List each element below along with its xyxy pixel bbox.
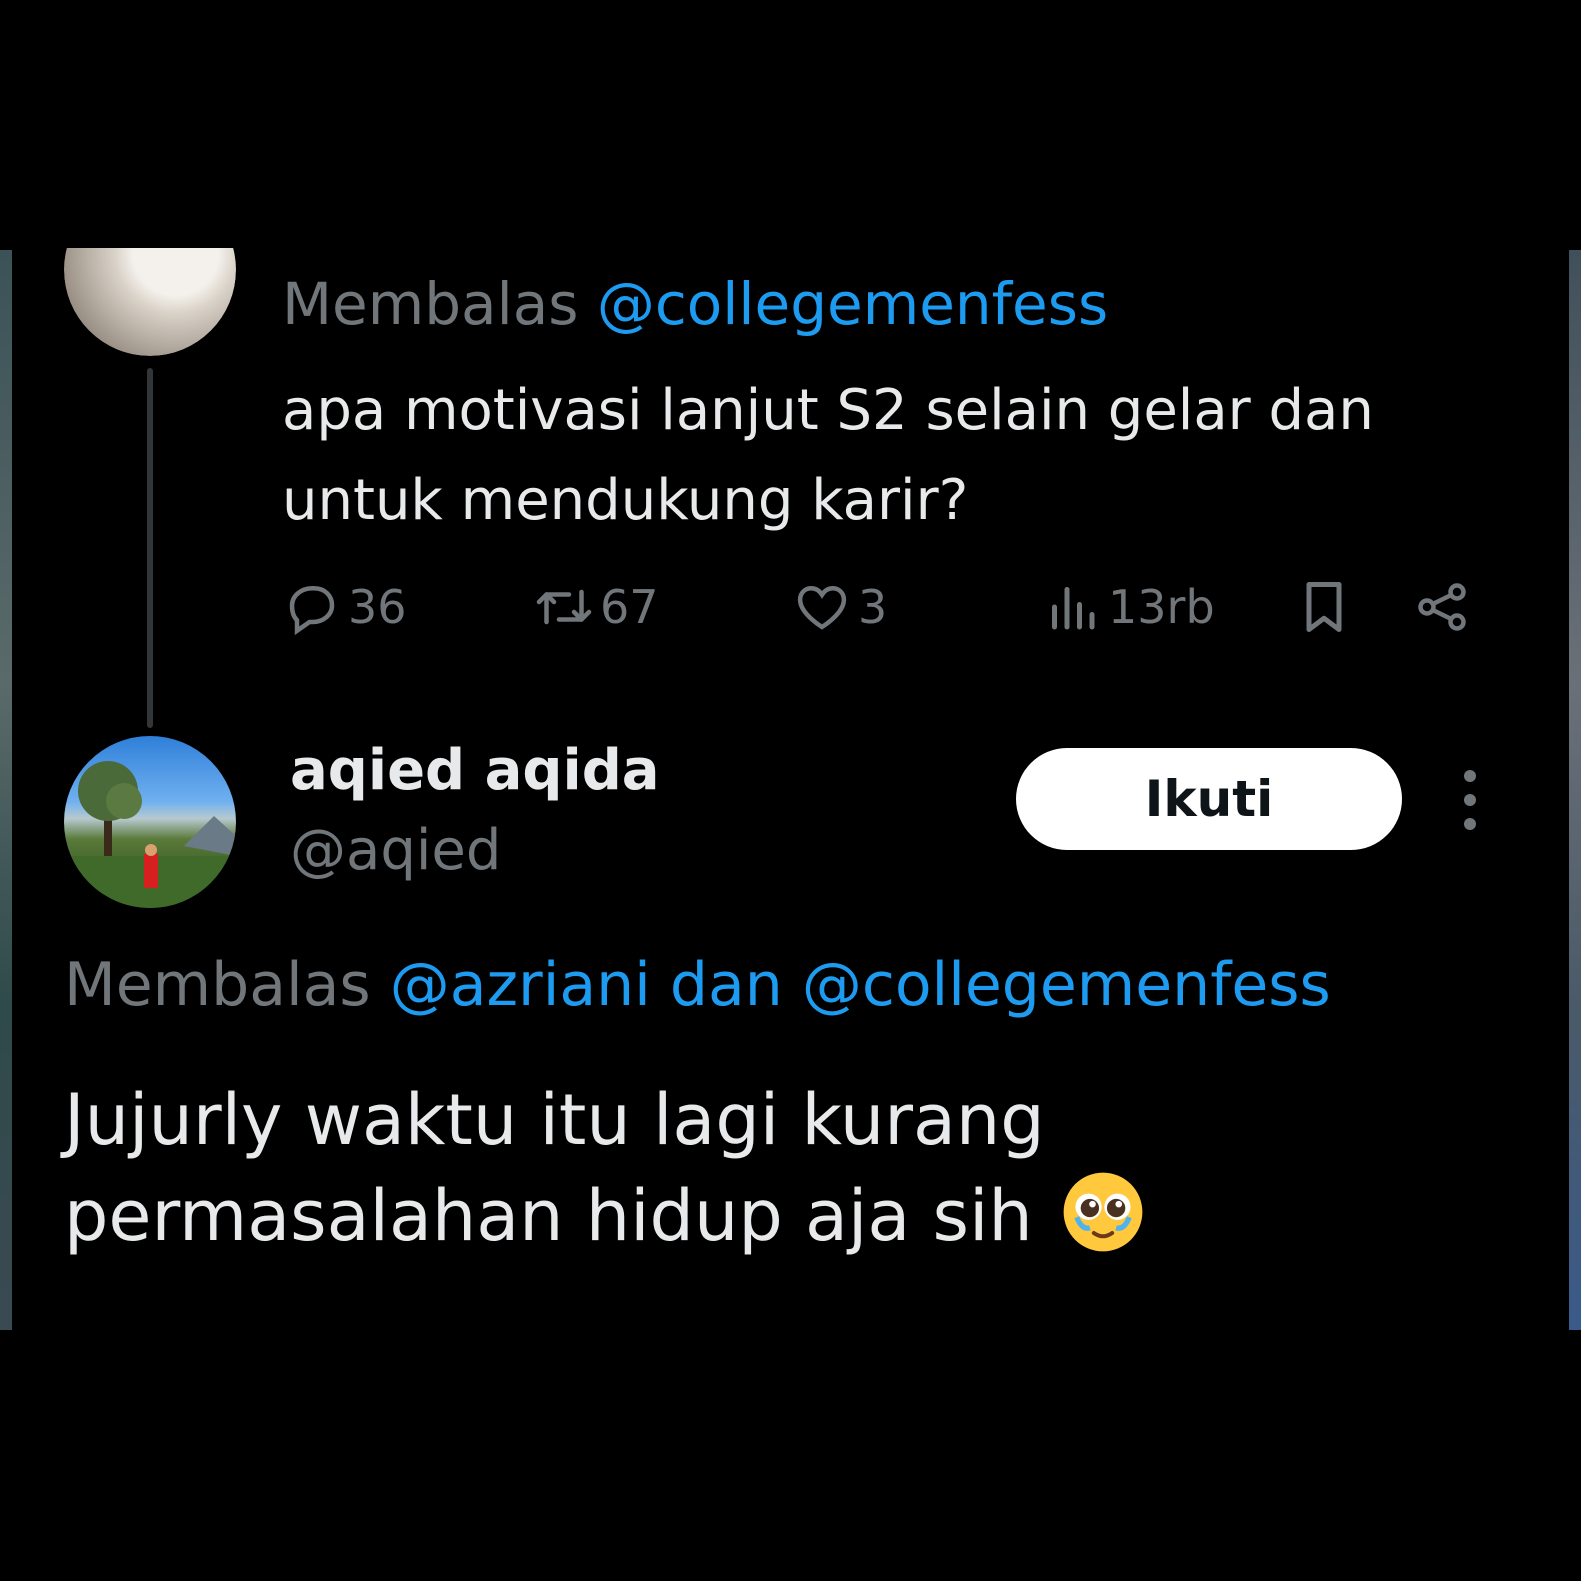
share-icon — [1418, 583, 1466, 631]
author-handle[interactable]: @aqied — [290, 818, 501, 883]
right-edge-strip — [1569, 250, 1581, 1330]
retweet-icon — [536, 589, 592, 625]
author-display-name[interactable]: aqied aqida — [290, 738, 660, 803]
reply-count: 36 — [348, 580, 407, 634]
avatar-reply-author[interactable] — [64, 736, 236, 908]
avatar-landscape-image — [64, 761, 236, 908]
reply-icon — [289, 586, 335, 636]
like-count: 3 — [858, 580, 888, 634]
like-button[interactable]: 3 — [792, 572, 887, 642]
more-options-icon[interactable] — [1450, 770, 1490, 830]
avatar-parent[interactable] — [64, 248, 236, 356]
share-button[interactable] — [1412, 572, 1472, 642]
bookmark-button[interactable] — [1294, 572, 1354, 642]
reply-tweet-body: Jujurly waktu itu lagi kurang permasalah… — [64, 1072, 1484, 1264]
views-button[interactable]: 13rb — [1042, 572, 1215, 642]
parent-tweet-text: apa motivasi lanjut S2 selain gelar dan … — [282, 378, 1374, 533]
pleading-face-emoji-icon — [1063, 1172, 1143, 1252]
mention-links[interactable]: @azriani dan @collegemenfess — [390, 950, 1331, 1020]
follow-button[interactable]: Ikuti — [1016, 748, 1402, 850]
left-edge-strip — [0, 250, 12, 1330]
heart-icon — [797, 585, 847, 630]
replying-to-line-2: Membalas @azriani dan @collegemenfess — [64, 950, 1331, 1020]
replying-to-line: Membalas @collegemenfess — [282, 270, 1108, 338]
reply-tweet-text: Jujurly waktu itu lagi kurang permasalah… — [64, 1079, 1045, 1257]
thread-connector-line — [147, 368, 153, 728]
retweet-count: 67 — [600, 580, 659, 634]
mention-link[interactable]: @collegemenfess — [597, 270, 1108, 338]
retweet-button[interactable]: 67 — [534, 572, 659, 642]
tweet-actions-bar: 36 67 3 13rb — [282, 572, 1482, 642]
views-chart-icon — [1052, 587, 1095, 630]
views-count: 13rb — [1108, 580, 1215, 634]
reply-button[interactable]: 36 — [282, 572, 407, 642]
replying-prefix: Membalas — [282, 270, 579, 338]
replying-prefix-2: Membalas — [64, 950, 371, 1020]
bookmark-icon — [1306, 582, 1342, 632]
